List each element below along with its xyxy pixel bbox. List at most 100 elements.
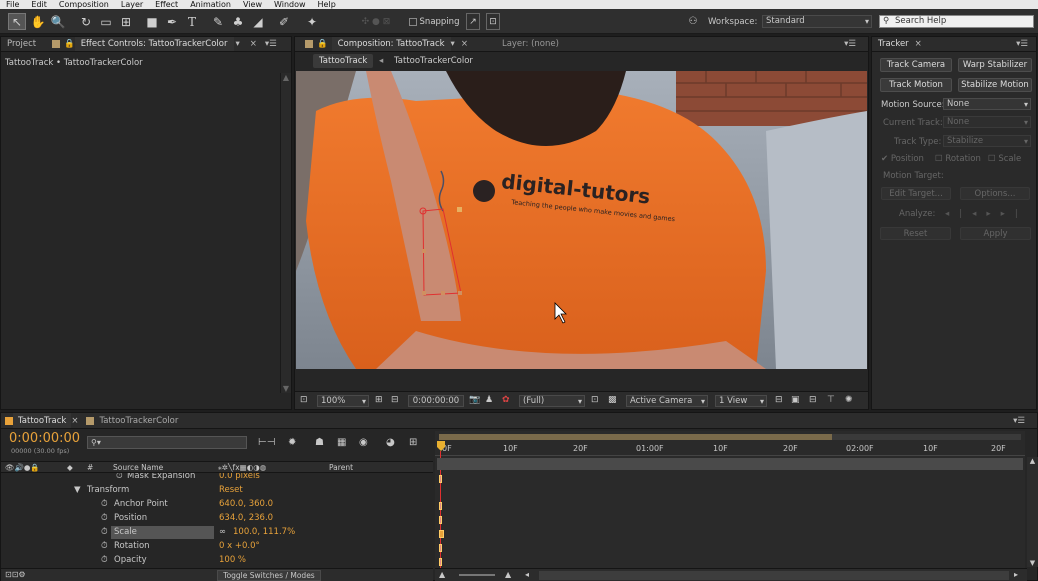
stabilize-motion-button[interactable]: Stabilize Motion	[958, 78, 1032, 92]
property-name-selected[interactable]: Scale	[111, 526, 214, 539]
always-preview-icon[interactable]: ⊡	[300, 395, 308, 405]
show-snapshot-icon[interactable]: ♟	[485, 395, 493, 405]
snap-option-icon[interactable]: ↗	[466, 13, 480, 30]
search-help-input[interactable]: ⚲ Search Help	[879, 15, 1034, 28]
scroll-down-icon[interactable]: ▼	[281, 384, 291, 393]
parent-column[interactable]: Parent	[329, 462, 353, 473]
zoom-in-icon[interactable]: ▲	[505, 570, 511, 579]
work-area-track[interactable]	[439, 434, 1021, 440]
flowchart-icon[interactable]: ⊤	[827, 395, 835, 405]
timeline-scrollbar[interactable]: ▲ ▼	[1027, 457, 1038, 567]
scale-checkbox[interactable]: ☐ Scale	[988, 154, 1021, 164]
menu-composition[interactable]: Composition	[53, 0, 115, 9]
warp-stabilizer-button[interactable]: Warp Stabilizer	[958, 58, 1032, 72]
tracker-menu-icon[interactable]: ▾☰	[1016, 39, 1028, 49]
sub-tab-tattootrack[interactable]: TattooTrack	[313, 54, 374, 68]
zoom-slider[interactable]	[459, 574, 495, 576]
text-tool-icon[interactable]: T	[184, 13, 200, 30]
timeline-menu-icon[interactable]: ▾☰	[1013, 416, 1025, 426]
tab-tracker[interactable]: Tracker	[872, 39, 915, 49]
keyframe-selected[interactable]	[439, 530, 444, 538]
time-ruler[interactable]: 0F 10F 20F 01:00F 10F 20F 02:00F 10F 20F	[435, 442, 1025, 456]
camera-tool-icon[interactable]: ▭	[98, 13, 114, 30]
constrain-link-icon[interactable]: ∞	[219, 526, 226, 540]
transparency-grid-icon[interactable]: ▩	[608, 395, 617, 405]
menu-edit[interactable]: Edit	[25, 0, 53, 9]
tab-effect-controls[interactable]: Effect Controls: TattooTrackerColor	[74, 37, 234, 51]
puppet-tool-icon[interactable]: ✦	[304, 13, 320, 30]
work-area-bar[interactable]	[439, 434, 832, 440]
pan-behind-tool-icon[interactable]: ⊞	[118, 13, 134, 30]
exposure-icon[interactable]: ✺	[845, 395, 853, 405]
clone-stamp-tool-icon[interactable]: ♣	[230, 13, 246, 30]
frame-blending-icon[interactable]: ▦	[337, 437, 346, 448]
toggle-switches-modes-button[interactable]: Toggle Switches / Modes	[217, 570, 321, 581]
menu-view[interactable]: View	[237, 0, 268, 9]
brainstorm-icon[interactable]: ⊞	[409, 437, 417, 448]
property-value[interactable]: 100 %	[219, 554, 246, 568]
motion-blur-icon[interactable]: ◉	[359, 437, 368, 448]
stopwatch-icon[interactable]: ⏱	[101, 540, 108, 554]
scroll-right-icon[interactable]: ▸	[1014, 570, 1018, 579]
region-of-interest-icon[interactable]: ⊡	[591, 395, 599, 405]
menu-effect[interactable]: Effect	[149, 0, 184, 9]
close-icon[interactable]: ×	[250, 39, 257, 49]
property-value[interactable]: 640.0, 360.0	[219, 498, 273, 512]
apply-button[interactable]: Apply	[960, 227, 1031, 240]
toggle-pixel-icon[interactable]: ⊟	[775, 395, 783, 405]
stopwatch-icon[interactable]: ⏱	[101, 498, 108, 512]
comp-panel-menu-icon[interactable]: ▾☰	[844, 39, 856, 49]
menu-window[interactable]: Window	[268, 0, 312, 9]
lock-icon[interactable]: 🔒	[64, 39, 75, 49]
zoom-out-icon[interactable]: ▲	[439, 570, 445, 579]
analyze-controls-icons[interactable]: ◂|◂▸▸|	[945, 209, 1028, 219]
keyframe[interactable]	[439, 544, 442, 552]
timeline-icon[interactable]: ⊟	[809, 395, 817, 405]
keyframe[interactable]	[439, 502, 442, 510]
timeline-search-input[interactable]: ⚲▾	[87, 436, 247, 449]
hand-tool-icon[interactable]: ✋	[30, 13, 46, 30]
sub-tab-tattootrackercolor[interactable]: TattooTrackerColor	[394, 56, 473, 66]
eraser-tool-icon[interactable]: ◢	[250, 13, 266, 30]
scroll-left-icon[interactable]: ◂	[525, 570, 529, 579]
views-dropdown[interactable]: 1 View	[715, 395, 767, 407]
tab-project[interactable]: Project	[1, 39, 42, 49]
expand-triangle-icon[interactable]: ▼	[74, 484, 81, 498]
scroll-up-icon[interactable]: ▲	[1027, 457, 1038, 465]
grid-icon[interactable]: ⊟	[391, 395, 399, 405]
zoom-tool-icon[interactable]: 🔍	[50, 13, 66, 30]
snapshot-icon[interactable]: 📷	[469, 395, 480, 405]
keyframe[interactable]	[439, 516, 442, 524]
track-motion-button[interactable]: Track Motion	[880, 78, 952, 92]
keyframe[interactable]	[439, 475, 442, 483]
camera-dropdown[interactable]: Active Camera	[626, 395, 708, 407]
tab-composition[interactable]: Composition: TattooTrack	[331, 37, 451, 51]
scroll-down-icon[interactable]: ▼	[1027, 559, 1038, 567]
edit-target-button[interactable]: Edit Target...	[881, 187, 951, 200]
snap-feather-icon[interactable]: ⊡	[486, 13, 500, 30]
motion-source-dropdown[interactable]: None	[943, 98, 1031, 110]
menu-help[interactable]: Help	[312, 0, 342, 9]
property-value[interactable]: 0.0 pixels	[219, 473, 260, 484]
timeline-tab-tattootrackercolor[interactable]: TattooTrackerColor	[94, 416, 183, 426]
dropdown-arrow-icon[interactable]: ▾	[236, 39, 240, 49]
keyframe[interactable]	[439, 558, 442, 566]
fast-preview-icon[interactable]: ▣	[791, 395, 800, 405]
selection-tool-icon[interactable]: ↖	[8, 13, 26, 30]
tab-layer[interactable]: Layer: (none)	[502, 39, 559, 49]
layer-duration-bar[interactable]	[437, 458, 1023, 470]
stopwatch-icon[interactable]: ⏱	[101, 554, 108, 568]
options-button[interactable]: Options...	[960, 187, 1030, 200]
horizontal-scrollbar[interactable]	[539, 571, 1009, 580]
tracker-close-icon[interactable]: ×	[915, 39, 922, 49]
brush-tool-icon[interactable]: ✎	[210, 13, 226, 30]
zoom-dropdown[interactable]: 100%	[317, 395, 369, 407]
source-name-column[interactable]: Source Name	[113, 462, 163, 473]
composition-viewer[interactable]: digital-tutors Teaching the people who m…	[296, 71, 867, 369]
track-camera-button[interactable]: Track Camera	[880, 58, 952, 72]
workspace-dropdown[interactable]: Standard	[762, 15, 872, 28]
timeline-timecode[interactable]: 0:00:00:00	[9, 431, 80, 446]
comp-lock-icon[interactable]: 🔒	[317, 39, 328, 49]
reset-button[interactable]: Reset	[880, 227, 951, 240]
channel-icon[interactable]: ✿	[502, 395, 510, 405]
